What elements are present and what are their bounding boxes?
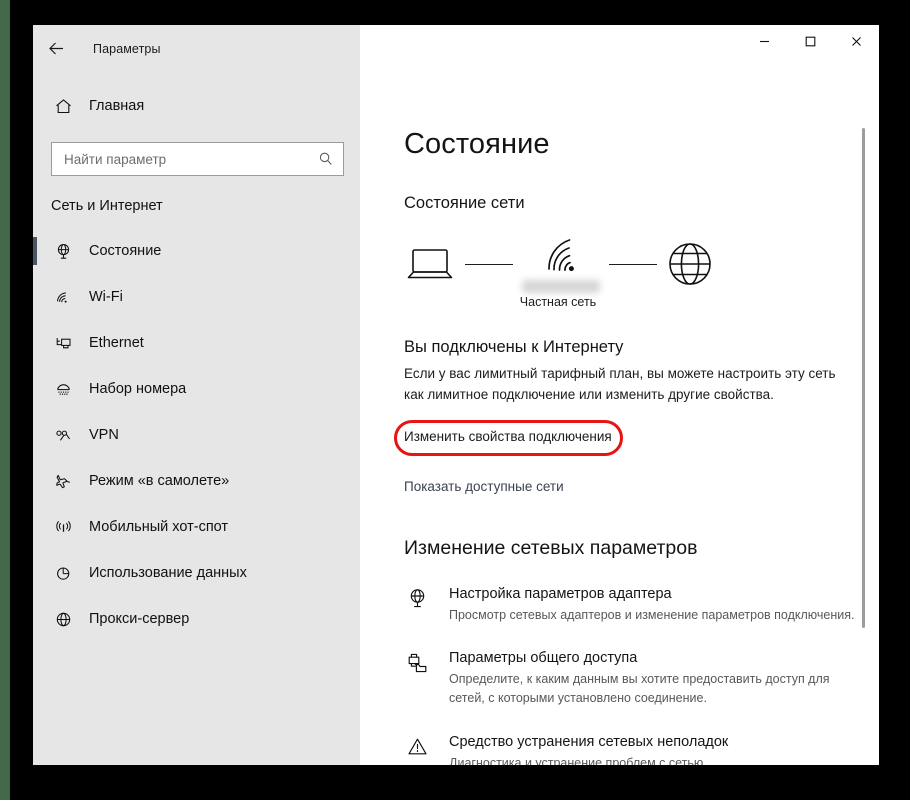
network-type-label: Частная сеть — [519, 295, 597, 309]
option-troubleshooter[interactable]: Средство устранения сетевых неполадок Ди… — [404, 733, 856, 765]
sidebar-item-label: Wi-Fi — [89, 289, 123, 305]
connection-description: Если у вас лимитный тарифный план, вы мо… — [404, 366, 836, 403]
sidebar-item-hotspot[interactable]: Мобильный хот-спот — [33, 504, 360, 550]
sidebar-item-airplane[interactable]: Режим «в самолете» — [33, 458, 360, 504]
connection-line-left — [465, 263, 513, 265]
vertical-scrollbar[interactable] — [859, 72, 869, 765]
option-description: Просмотр сетевых адаптеров и изменение п… — [449, 607, 855, 622]
sidebar-item-label: Режим «в самолете» — [89, 473, 230, 489]
wifi-signal-icon — [538, 235, 584, 275]
sidebar-item-label-home: Главная — [89, 98, 145, 114]
back-arrow-icon[interactable] — [33, 25, 79, 72]
wifi-signal-block — [522, 235, 600, 293]
desktop-edge-strip — [0, 0, 10, 800]
window-body: Главная Сеть и Интернет — [33, 72, 879, 765]
change-connection-properties-label: Изменить свойства подключения — [404, 428, 612, 444]
sidebar-item-label: Мобильный хот-спот — [89, 519, 229, 535]
network-name-redacted — [522, 280, 600, 293]
sidebar-item-dialup[interactable]: Набор номера — [33, 366, 360, 412]
globe-icon — [666, 240, 714, 288]
sidebar-item-label: VPN — [89, 427, 119, 443]
minimize-button[interactable] — [741, 25, 787, 57]
vpn-icon — [46, 426, 80, 445]
ethernet-icon — [46, 334, 80, 353]
connection-title: Вы подключены к Интернету — [404, 338, 624, 356]
option-title: Настройка параметров адаптера — [449, 585, 672, 602]
connection-line-right — [609, 263, 657, 265]
screenshot-root: Параметры Главная Найти параметр Сеть и … — [0, 0, 910, 800]
sidebar-item-label: Использование данных — [89, 565, 247, 581]
option-description: Определите, к каким данным вы хотите пре… — [449, 672, 830, 706]
home-icon — [46, 97, 80, 116]
search-input[interactable] — [64, 151, 318, 167]
sidebar-item-data-usage[interactable]: Использование данных — [33, 550, 360, 596]
sidebar-nav: Состояние Wi-Fi Ethernet Набор номера VP… — [33, 228, 360, 642]
sidebar-item-ethernet[interactable]: Ethernet — [33, 320, 360, 366]
show-available-networks-link[interactable]: Показать доступные сети — [404, 479, 564, 494]
data-usage-icon — [46, 564, 80, 583]
sidebar-item-label: Ethernet — [89, 335, 144, 351]
window-controls — [360, 25, 879, 72]
scrollbar-thumb[interactable] — [862, 128, 865, 628]
sidebar-item-home[interactable]: Главная — [33, 86, 360, 126]
option-description: Диагностика и устранение проблем с сетью… — [449, 755, 707, 765]
sidebar: Главная Сеть и Интернет — [33, 72, 360, 765]
network-status-heading: Состояние сети — [404, 194, 525, 212]
page-title: Состояние — [404, 128, 550, 160]
app-title: Параметры — [93, 41, 161, 56]
sidebar-item-label: Прокси-сервер — [89, 611, 190, 627]
airplane-icon — [46, 472, 80, 491]
change-settings-heading: Изменение сетевых параметров — [404, 536, 698, 559]
sidebar-item-label: Состояние — [89, 243, 162, 259]
option-sharing-settings[interactable]: Параметры общего доступа Определите, к к… — [404, 649, 856, 708]
sidebar-item-label: Набор номера — [89, 381, 187, 397]
main-content: Состояние Состояние сети Частная сеть Вы… — [360, 72, 879, 765]
network-diagram — [404, 235, 714, 293]
search-container — [33, 126, 360, 176]
adapter-globe-icon — [404, 585, 430, 625]
troubleshoot-warning-icon — [404, 733, 430, 765]
hotspot-icon — [46, 518, 80, 537]
network-status-icon — [46, 242, 80, 261]
proxy-globe-icon — [46, 610, 80, 629]
main-content-wrapper: Состояние Состояние сети Частная сеть Вы… — [360, 72, 879, 765]
option-title: Средство устранения сетевых неполадок — [449, 733, 729, 750]
wifi-icon — [46, 288, 80, 307]
option-title: Параметры общего доступа — [449, 650, 638, 667]
sidebar-item-vpn[interactable]: VPN — [33, 412, 360, 458]
title-bar-left: Параметры — [33, 25, 360, 72]
maximize-button[interactable] — [787, 25, 833, 57]
laptop-icon — [404, 244, 456, 284]
option-adapter-settings[interactable]: Настройка параметров адаптера Просмотр с… — [404, 585, 856, 625]
sidebar-item-status[interactable]: Состояние — [33, 228, 360, 274]
dial-up-icon — [46, 380, 80, 399]
change-connection-properties-link[interactable]: Изменить свойства подключения — [394, 419, 623, 456]
close-button[interactable] — [833, 25, 879, 57]
search-box[interactable] — [51, 142, 344, 176]
sidebar-item-proxy[interactable]: Прокси-сервер — [33, 596, 360, 642]
sidebar-item-wifi[interactable]: Wi-Fi — [33, 274, 360, 320]
settings-window: Параметры Главная Найти параметр Сеть и … — [33, 25, 879, 765]
sidebar-category-title: Сеть и Интернет — [51, 198, 163, 214]
sharing-icon — [404, 649, 430, 708]
title-bar: Параметры — [33, 25, 879, 72]
search-icon — [318, 151, 334, 167]
selection-indicator — [33, 237, 37, 265]
